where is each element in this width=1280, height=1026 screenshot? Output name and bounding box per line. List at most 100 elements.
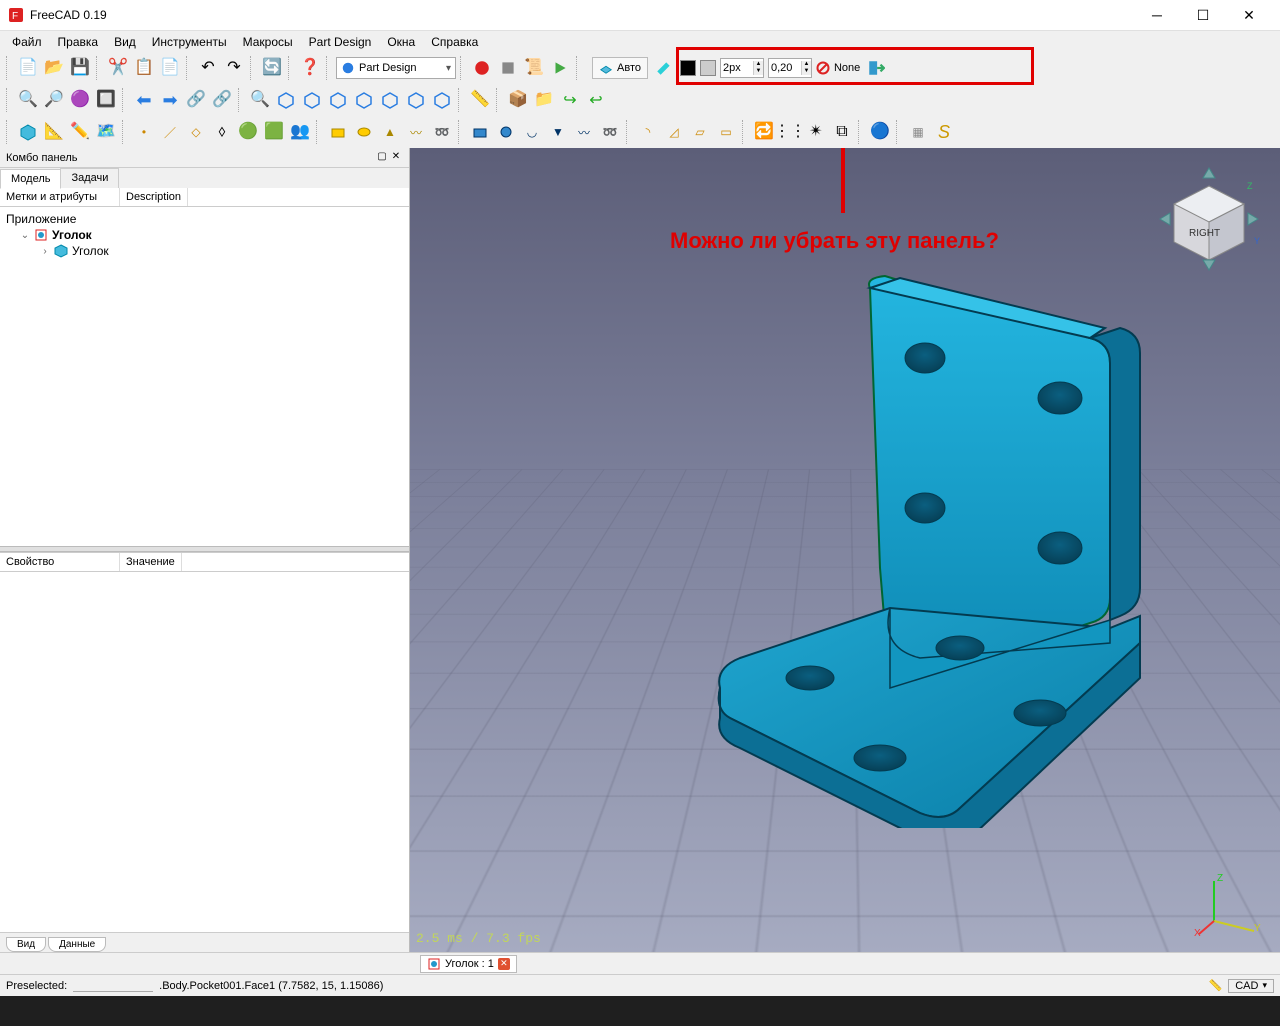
measure-button[interactable]: 📏: [468, 88, 492, 112]
sweep-sub-button[interactable]: 〰: [572, 120, 596, 144]
iso-view-button[interactable]: [274, 88, 298, 112]
macro-stop-button[interactable]: [496, 56, 520, 80]
nav-fwd-button[interactable]: ➡: [158, 88, 182, 112]
close-button[interactable]: ✕: [1226, 0, 1272, 30]
document-tab-close-icon[interactable]: ✕: [498, 958, 510, 970]
combo-close-button[interactable]: ✕: [389, 151, 403, 165]
link-actions-button[interactable]: ↩: [584, 88, 608, 112]
fit-selection-button[interactable]: 🔎: [42, 88, 66, 112]
edit-sketch-button[interactable]: ✏️: [68, 120, 92, 144]
hole-button[interactable]: [494, 120, 518, 144]
sweep-add-button[interactable]: 〰: [404, 120, 428, 144]
map-sketch-button[interactable]: 🗺️: [94, 120, 118, 144]
rear-view-button[interactable]: [378, 88, 402, 112]
copy-button[interactable]: 📋: [132, 56, 156, 80]
tree-document[interactable]: ⌄ Уголок: [6, 227, 403, 243]
fit-all-button[interactable]: 🔍: [16, 88, 40, 112]
group-button[interactable]: 📁: [532, 88, 556, 112]
menu-edit[interactable]: Правка: [50, 33, 107, 51]
right-view-button[interactable]: [352, 88, 376, 112]
datum-cs-button[interactable]: ⬨: [210, 120, 234, 144]
polar-pattern-button[interactable]: ✴: [804, 120, 828, 144]
tree-root[interactable]: Приложение: [6, 211, 403, 227]
tree-expand-icon[interactable]: ›: [40, 246, 50, 257]
tree-expand-icon[interactable]: ⌄: [20, 230, 30, 241]
create-sketch-button[interactable]: 📐: [42, 120, 66, 144]
shapebinder-button[interactable]: 🟢: [236, 120, 260, 144]
bottom-view-button[interactable]: [404, 88, 428, 112]
cut-button[interactable]: ✂️: [106, 56, 130, 80]
construction-mode-button[interactable]: [652, 56, 676, 80]
menu-windows[interactable]: Окна: [379, 33, 423, 51]
nav-back-button[interactable]: ⬅: [132, 88, 156, 112]
working-plane-button[interactable]: Авто: [592, 57, 648, 79]
macro-run-button[interactable]: [548, 56, 572, 80]
draft-button[interactable]: ▱: [688, 120, 712, 144]
menu-view[interactable]: Вид: [106, 33, 144, 51]
pocket-button[interactable]: [468, 120, 492, 144]
clone-button[interactable]: 👥: [288, 120, 312, 144]
tab-view[interactable]: Вид: [6, 937, 46, 952]
tree-body[interactable]: › Уголок: [6, 243, 403, 259]
workbench-selector[interactable]: Part Design: [336, 57, 456, 79]
maximize-button[interactable]: ☐: [1180, 0, 1226, 30]
open-file-button[interactable]: 📂: [42, 56, 66, 80]
loft-sub-button[interactable]: ▼: [546, 120, 570, 144]
revolution-button[interactable]: [352, 120, 376, 144]
zoom-button[interactable]: 🔍: [248, 88, 272, 112]
boolean-button[interactable]: 🔵: [868, 120, 892, 144]
linear-pattern-button[interactable]: ⋮⋮: [778, 120, 802, 144]
thickness-button[interactable]: ▭: [714, 120, 738, 144]
menu-file[interactable]: Файл: [4, 33, 50, 51]
redo-button[interactable]: ↷: [222, 56, 246, 80]
tab-model[interactable]: Модель: [0, 169, 61, 189]
loft-add-button[interactable]: ▲: [378, 120, 402, 144]
front-view-button[interactable]: [300, 88, 324, 112]
chamfer-button[interactable]: ◿: [662, 120, 686, 144]
macro-list-button[interactable]: 📜: [522, 56, 546, 80]
status-dimension-icon[interactable]: 📏: [1209, 979, 1223, 992]
left-view-button[interactable]: [430, 88, 454, 112]
datum-plane-button[interactable]: ◇: [184, 120, 208, 144]
mirror-button[interactable]: 🔁: [752, 120, 776, 144]
draw-style-button[interactable]: 🟣: [68, 88, 92, 112]
part-group-button[interactable]: 📦: [506, 88, 530, 112]
sketcher-icon[interactable]: S: [932, 120, 956, 144]
menu-macros[interactable]: Макросы: [235, 33, 301, 51]
groove-button[interactable]: ◡: [520, 120, 544, 144]
model-tree[interactable]: Приложение ⌄ Уголок › Уголок: [0, 207, 409, 546]
datum-line-button[interactable]: ／: [158, 120, 182, 144]
pad-button[interactable]: [326, 120, 350, 144]
helix-sub-button[interactable]: ➿: [598, 120, 622, 144]
whats-this-button[interactable]: ❓: [298, 56, 322, 80]
multi-transform-button[interactable]: ⧉: [830, 120, 854, 144]
combo-float-button[interactable]: ▢: [375, 151, 389, 165]
subshapebinder-button[interactable]: 🟩: [262, 120, 286, 144]
link-make-button[interactable]: ↪: [558, 88, 582, 112]
paste-button[interactable]: 📄: [158, 56, 182, 80]
tab-data[interactable]: Данные: [48, 937, 106, 952]
undo-button[interactable]: ↶: [196, 56, 220, 80]
menu-tools[interactable]: Инструменты: [144, 33, 235, 51]
save-button[interactable]: 💾: [68, 56, 92, 80]
navigation-cube[interactable]: RIGHT Z Y: [1154, 164, 1264, 274]
3d-model[interactable]: [660, 248, 1180, 831]
menu-help[interactable]: Справка: [423, 33, 486, 51]
navigation-style-selector[interactable]: CAD ▾: [1228, 979, 1274, 993]
fillet-button[interactable]: ◝: [636, 120, 660, 144]
macro-record-button[interactable]: [470, 56, 494, 80]
minimize-button[interactable]: ─: [1134, 0, 1180, 30]
3d-viewport[interactable]: Можно ли убрать эту панель? RIGHT Z Y: [410, 148, 1280, 952]
create-body-button[interactable]: [16, 120, 40, 144]
bounding-box-button[interactable]: 🔲: [94, 88, 118, 112]
top-view-button[interactable]: [326, 88, 350, 112]
document-tab[interactable]: Уголок : 1 ✕: [420, 955, 517, 973]
link-nav2-button[interactable]: 🔗: [210, 88, 234, 112]
tab-tasks[interactable]: Задачи: [60, 168, 119, 188]
toggle-grid-button[interactable]: ▦: [906, 120, 930, 144]
datum-point-button[interactable]: •: [132, 120, 156, 144]
link-nav-button[interactable]: 🔗: [184, 88, 208, 112]
menu-partdesign[interactable]: Part Design: [301, 33, 380, 51]
helix-add-button[interactable]: ➿: [430, 120, 454, 144]
new-file-button[interactable]: 📄: [16, 56, 40, 80]
